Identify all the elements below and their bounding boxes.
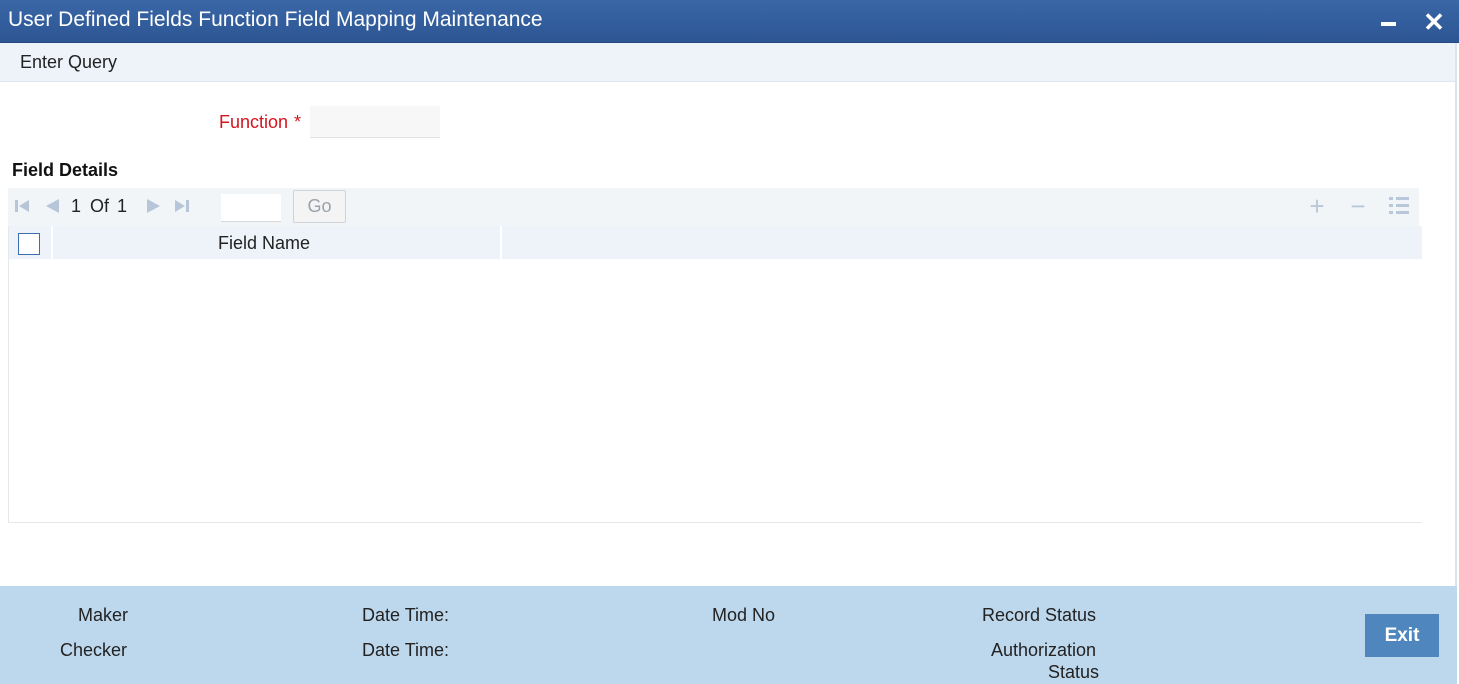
menu-bar: Enter Query [0, 43, 1456, 82]
minimize-icon[interactable] [1378, 12, 1400, 34]
checker-label: Checker [60, 640, 128, 660]
function-label-text: Function [219, 112, 289, 132]
go-button[interactable]: Go [293, 190, 346, 223]
first-page-icon[interactable] [12, 197, 32, 217]
delete-row-icon[interactable]: − [1345, 193, 1371, 219]
exit-button[interactable]: Exit [1365, 614, 1439, 657]
maker-date-time-label: Date Time: [362, 605, 450, 625]
window-right-border [1455, 43, 1457, 586]
goto-page-input[interactable] [221, 194, 281, 222]
authorization-status-label-line2: Status [1048, 662, 1100, 682]
page-of-label: Of [90, 196, 110, 216]
add-row-icon[interactable]: + [1304, 193, 1330, 219]
select-all-cell [9, 226, 51, 259]
function-input[interactable] [310, 106, 440, 138]
audit-footer: Maker Checker Date Time: Date Time: Mod … [0, 586, 1457, 684]
previous-page-icon[interactable] [42, 197, 62, 217]
checker-date-time-label: Date Time: [362, 640, 450, 660]
mod-no-label: Mod No [712, 605, 776, 625]
authorization-status-label-line1: Authorization [991, 640, 1097, 660]
function-label: Function * [219, 112, 301, 133]
select-all-checkbox[interactable] [18, 233, 40, 255]
grid-header: Field Name [9, 226, 1422, 259]
next-page-icon[interactable] [143, 197, 163, 217]
view-list-icon[interactable] [1389, 197, 1409, 215]
total-pages: 1 [117, 196, 128, 216]
maker-label: Maker [78, 605, 129, 625]
required-indicator: * [294, 112, 302, 132]
pagination-bar: 1 Of 1 Go + − [8, 188, 1419, 226]
record-status-label: Record Status [982, 605, 1097, 625]
field-details-title: Field Details [12, 160, 119, 180]
current-page: 1 [71, 196, 82, 216]
menu-item-enter-query[interactable]: Enter Query [20, 52, 117, 73]
field-details-grid: Field Name [8, 226, 1422, 523]
last-page-icon[interactable] [172, 197, 192, 217]
window-title-bar: User Defined Fields Function Field Mappi… [0, 0, 1459, 43]
window-title: User Defined Fields Function Field Mappi… [8, 8, 543, 31]
column-separator [51, 226, 53, 259]
column-header-field-name[interactable]: Field Name [218, 233, 310, 254]
column-separator [500, 226, 502, 259]
close-icon[interactable]: ✕ [1420, 8, 1448, 36]
